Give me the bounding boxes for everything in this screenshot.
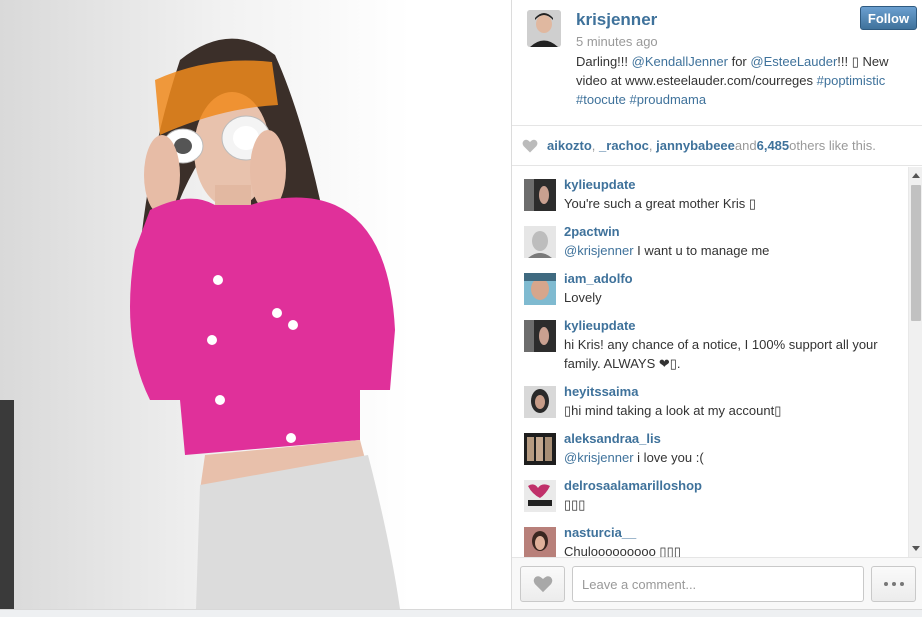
- liker-link[interactable]: _rachoc: [599, 138, 649, 153]
- comments-scrollbar[interactable]: [908, 167, 922, 557]
- like-button[interactable]: [520, 566, 565, 602]
- likes-and: and: [734, 138, 757, 153]
- likes-summary: aikozto, _rachoc, jannybabeee and 6,485 …: [512, 126, 922, 166]
- list-item: 2pactwin @krisjenner I want u to manage …: [512, 223, 909, 260]
- heart-icon: [533, 576, 552, 593]
- follow-button[interactable]: Follow: [860, 6, 917, 30]
- likes-suffix: others like this.: [789, 138, 876, 153]
- avatar[interactable]: [524, 226, 556, 258]
- list-item: heyitssaima ▯hi mind taking a look at my…: [512, 383, 909, 420]
- comment-text: @krisjenner I want u to manage me: [564, 241, 909, 260]
- avatar[interactable]: [524, 433, 556, 465]
- list-item: kylieupdate hi Kris! any chance of a not…: [512, 317, 909, 373]
- caption-hashtag[interactable]: #toocute: [576, 92, 626, 107]
- comment-username[interactable]: aleksandraa_lis: [564, 430, 909, 448]
- caption-text: for: [727, 54, 751, 69]
- ellipsis-icon: [883, 582, 888, 586]
- avatar[interactable]: [524, 179, 556, 211]
- comment-username[interactable]: kylieupdate: [564, 176, 909, 194]
- scroll-down-arrow-icon[interactable]: [912, 546, 920, 551]
- list-item: iam_adolfo Lovely: [512, 270, 909, 307]
- post-image: [0, 0, 511, 609]
- list-item: kylieupdate You're such a great mother K…: [512, 176, 909, 213]
- comment-username[interactable]: delrosaalamarilloshop: [564, 477, 909, 495]
- comment-username[interactable]: iam_adolfo: [564, 270, 909, 288]
- comment-text: hi Kris! any chance of a notice, I 100% …: [564, 337, 878, 371]
- comment-text-body: i love you :(: [633, 450, 704, 465]
- avatar[interactable]: [524, 527, 556, 557]
- caption-mention-kendall[interactable]: @KendallJenner: [632, 54, 728, 69]
- comment-text: You're such a great mother Kris ▯: [564, 196, 756, 211]
- caption-mention-esteelauder[interactable]: @EsteeLauder: [750, 54, 837, 69]
- comment-text: Lovely: [564, 290, 602, 305]
- liker-link[interactable]: jannybabeee: [656, 138, 735, 153]
- comment-input[interactable]: Leave a comment...: [572, 566, 864, 602]
- likes-count[interactable]: 6,485: [757, 138, 790, 153]
- list-item: nasturcia__ Chulooooooooo ▯▯▯: [512, 524, 909, 557]
- scroll-up-arrow-icon[interactable]: [912, 173, 920, 178]
- comment-footer: Leave a comment...: [512, 557, 922, 609]
- comment-username[interactable]: kylieupdate: [564, 317, 909, 335]
- comment-text: Chulooooooooo ▯▯▯: [564, 544, 681, 557]
- post-header: krisjenner 5 minutes ago Darling!!! @Ken…: [512, 0, 922, 126]
- comment-text: ▯hi mind taking a look at my account▯: [564, 403, 782, 418]
- likes-separator: ,: [591, 138, 600, 153]
- scrollbar-thumb[interactable]: [911, 185, 921, 321]
- ellipsis-icon: [899, 582, 904, 586]
- comment-list: kylieupdate You're such a great mother K…: [512, 167, 909, 557]
- comment-text: @krisjenner i love you :(: [564, 448, 909, 467]
- avatar[interactable]: [524, 386, 556, 418]
- post-caption: Darling!!! @KendallJenner for @EsteeLaud…: [576, 52, 916, 109]
- ellipsis-icon: [891, 582, 896, 586]
- post-time[interactable]: 5 minutes ago: [576, 34, 658, 49]
- list-item: delrosaalamarilloshop ▯▯▯: [512, 477, 909, 514]
- comment-username[interactable]: heyitssaima: [564, 383, 909, 401]
- post-sidebar: krisjenner 5 minutes ago Darling!!! @Ken…: [512, 0, 922, 609]
- avatar[interactable]: [524, 480, 556, 512]
- list-item: aleksandraa_lis @krisjenner i love you :…: [512, 430, 909, 467]
- more-options-button[interactable]: [871, 566, 916, 602]
- avatar[interactable]: [524, 273, 556, 305]
- caption-hashtag[interactable]: #proudmama: [630, 92, 707, 107]
- comment-username[interactable]: nasturcia__: [564, 524, 909, 542]
- avatar[interactable]: [527, 10, 561, 47]
- comment-username[interactable]: 2pactwin: [564, 223, 909, 241]
- comment-text-body: I want u to manage me: [633, 243, 770, 258]
- avatar[interactable]: [524, 320, 556, 352]
- liker-link[interactable]: aikozto: [547, 138, 592, 153]
- caption-text: Darling!!!: [576, 54, 632, 69]
- post-photo[interactable]: [0, 0, 512, 609]
- heart-icon: [522, 139, 538, 152]
- caption-hashtag[interactable]: #poptimistic: [817, 73, 886, 88]
- comment-text: ▯▯▯: [564, 497, 586, 512]
- comment-mention[interactable]: @krisjenner: [564, 450, 634, 465]
- comment-mention[interactable]: @krisjenner: [564, 243, 634, 258]
- page-bottom-strip: [0, 609, 922, 617]
- post-username[interactable]: krisjenner: [576, 10, 657, 30]
